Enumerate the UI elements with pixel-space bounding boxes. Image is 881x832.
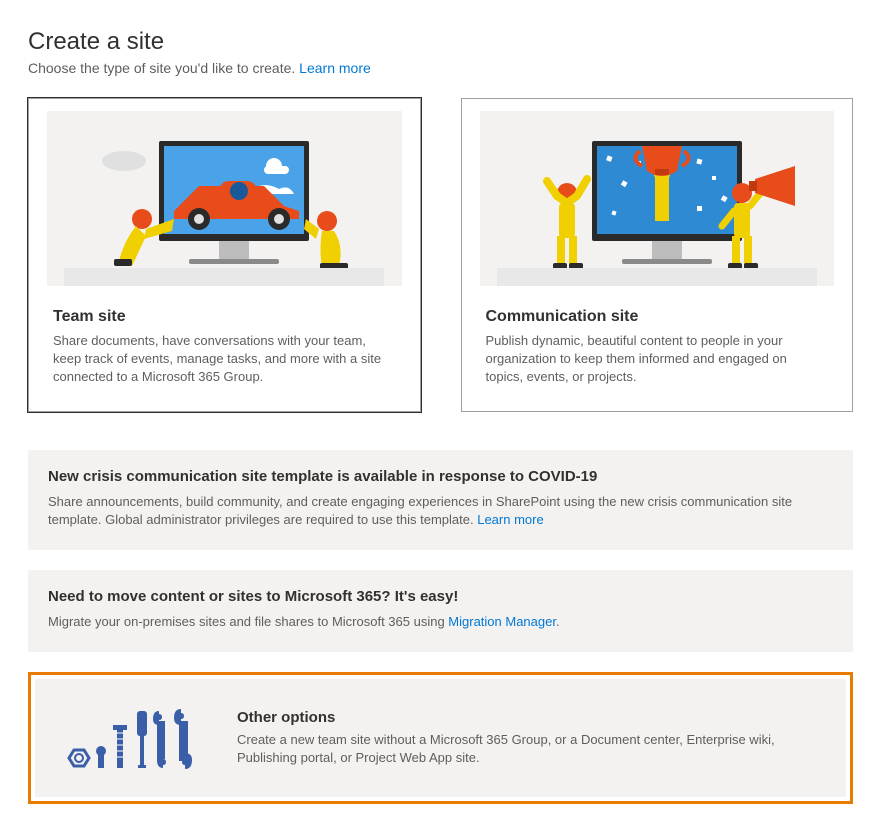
migrate-suffix: .: [556, 614, 560, 629]
page-subtitle: Choose the type of site you'd like to cr…: [28, 60, 853, 76]
communication-site-card[interactable]: Communication site Publish dynamic, beau…: [461, 98, 854, 412]
migrate-banner: Need to move content or sites to Microso…: [28, 570, 853, 652]
other-options-highlight: Other options Create a new team site wit…: [28, 672, 853, 804]
team-site-card[interactable]: Team site Share documents, have conversa…: [28, 98, 421, 412]
migrate-banner-text: Migrate your on-premises sites and file …: [48, 614, 448, 629]
other-options-card[interactable]: Other options Create a new team site wit…: [35, 679, 846, 797]
site-type-cards: Team site Share documents, have conversa…: [28, 98, 853, 412]
communication-site-illustration: [480, 111, 835, 286]
crisis-banner-text: Share announcements, build community, an…: [48, 494, 792, 528]
learn-more-link[interactable]: Learn more: [299, 60, 371, 76]
crisis-banner-desc: Share announcements, build community, an…: [48, 493, 833, 531]
page-title: Create a site: [28, 28, 853, 56]
other-options-title: Other options: [237, 709, 822, 726]
other-options-desc: Create a new team site without a Microso…: [237, 731, 822, 767]
crisis-banner: New crisis communication site template i…: [28, 450, 853, 551]
crisis-banner-title: New crisis communication site template i…: [48, 468, 833, 485]
communication-site-title: Communication site: [462, 308, 853, 326]
team-site-desc: Share documents, have conversations with…: [29, 332, 420, 387]
migrate-banner-title: Need to move content or sites to Microso…: [48, 588, 833, 605]
migrate-banner-desc: Migrate your on-premises sites and file …: [48, 613, 833, 632]
team-site-illustration: [47, 111, 402, 286]
tools-icon: [59, 703, 209, 773]
subtitle-text: Choose the type of site you'd like to cr…: [28, 60, 299, 76]
communication-site-desc: Publish dynamic, beautiful content to pe…: [462, 332, 853, 387]
other-options-text: Other options Create a new team site wit…: [237, 709, 822, 767]
team-site-title: Team site: [29, 308, 420, 326]
migration-manager-link[interactable]: Migration Manager: [448, 614, 556, 629]
crisis-learn-more-link[interactable]: Learn more: [477, 512, 543, 527]
